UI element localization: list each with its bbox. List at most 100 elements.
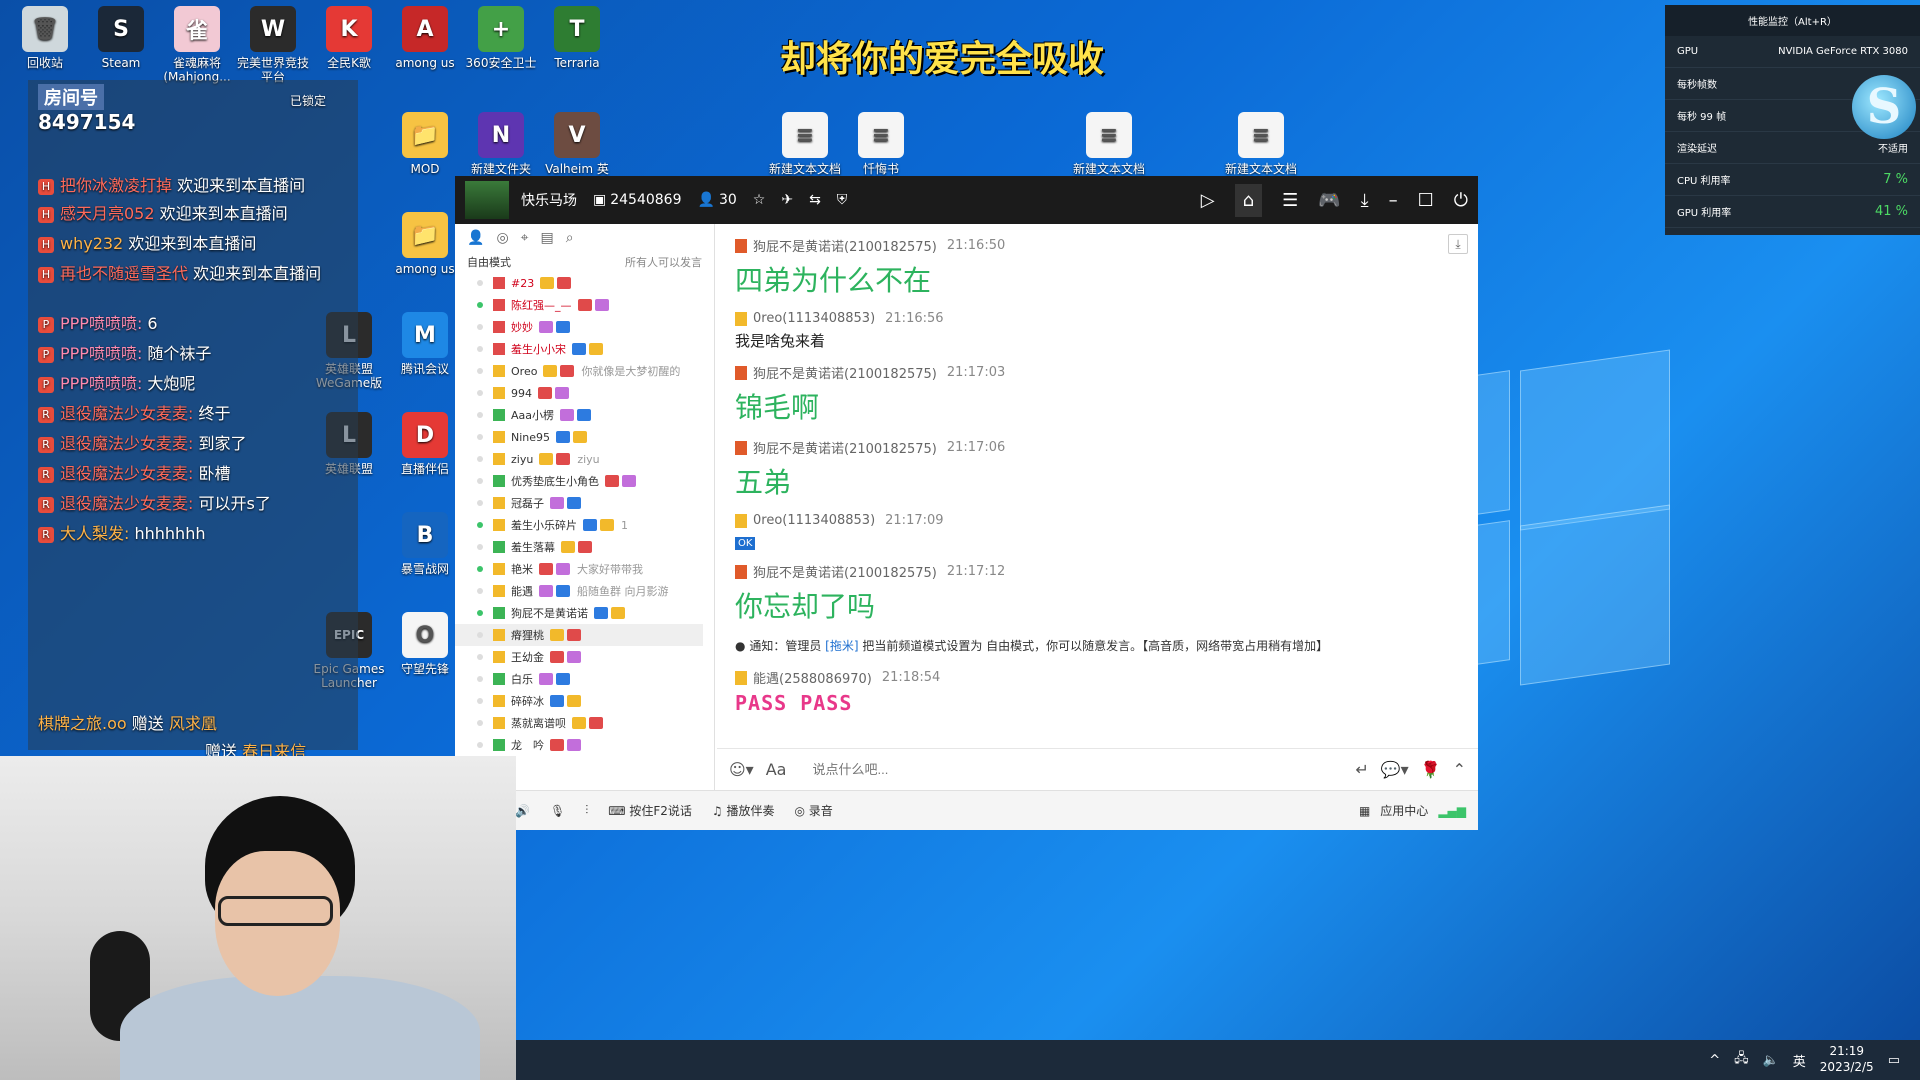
message-sender[interactable]: 狗屁不是黄诺诺(2100182575) <box>753 363 937 382</box>
mic-icon[interactable]: 🎙 <box>550 804 565 818</box>
power-icon[interactable]: ⏻ <box>1454 190 1468 211</box>
ime-indicator[interactable]: 英 <box>1793 1051 1806 1070</box>
message-input[interactable] <box>812 762 1344 777</box>
message-sender[interactable]: 狗屁不是黄诺诺(2100182575) <box>753 562 937 581</box>
minimize-icon[interactable]: – <box>1389 190 1398 211</box>
notice-admin[interactable]: [拖米] <box>825 639 858 653</box>
desktop-icon[interactable]: 📁 among us <box>385 212 465 276</box>
accompany-button[interactable]: ♫ 播放伴奏 <box>712 802 775 819</box>
member-list-item[interactable]: 陈红强—_— <box>455 294 714 316</box>
emoji-picker-icon[interactable]: ☺▾ <box>729 760 754 779</box>
home-icon[interactable]: ⌂ <box>1234 183 1263 217</box>
desktop-icon[interactable]: 雀雀魂麻将(Mahjong... <box>157 6 237 85</box>
desktop-icon[interactable]: T Terraria <box>537 6 617 70</box>
location-icon[interactable]: ⌖ <box>521 230 529 246</box>
tray-chevron-icon[interactable]: ^ <box>1709 1053 1720 1068</box>
download-icon[interactable]: ⤓ <box>1361 190 1369 211</box>
member-list-item[interactable]: Aaa小楞 <box>455 404 714 426</box>
message-sender[interactable]: 狗屁不是黄诺诺(2100182575) <box>753 236 937 255</box>
desktop-icon[interactable]: ≡ 新建文本文档 <box>1069 112 1149 176</box>
member-list-item[interactable]: Nine95 <box>455 426 714 448</box>
desktop-icon[interactable]: ≡ 忏悔书 <box>841 112 921 176</box>
share-icon[interactable]: ⇆ <box>809 192 821 208</box>
desktop-icon[interactable]: O 守望先锋 <box>385 612 465 676</box>
member-list-item[interactable]: 狗屁不是黄诺诺 <box>455 602 714 624</box>
member-list-item[interactable]: 蒸就离谱呗 <box>455 712 714 734</box>
channel-avatar[interactable] <box>465 181 509 219</box>
member-role-icon <box>493 585 505 597</box>
member-list-item[interactable]: 妙妙 <box>455 316 714 338</box>
desktop-icon[interactable]: ≡ 新建文本文档 <box>1221 112 1301 176</box>
list-icon[interactable]: ☰ <box>1282 190 1298 211</box>
app-icon: S <box>98 6 144 52</box>
search-icon[interactable]: ⌕ <box>566 230 574 246</box>
member-list-item[interactable]: 羞生小小宋 <box>455 338 714 360</box>
desktop-icon[interactable]: W 完美世界竞技平台 <box>233 6 313 85</box>
shield-icon[interactable]: ⛨ <box>837 192 848 208</box>
maximize-icon[interactable]: ☐ <box>1418 190 1434 211</box>
bubble-icon[interactable]: 💬▾ <box>1381 760 1409 779</box>
flower-icon[interactable]: 🌹 <box>1421 760 1441 779</box>
message-sender[interactable]: 狗屁不是黄诺诺(2100182575) <box>753 438 937 457</box>
record-button[interactable]: ◎ 录音 <box>794 802 832 819</box>
overlay-text: 6 <box>142 314 158 333</box>
font-icon[interactable]: Aa <box>766 760 787 779</box>
taskbar-clock[interactable]: 21:19 2023/2/5 <box>1820 1044 1874 1075</box>
user-icon: 👤 <box>697 192 715 208</box>
member-list-item[interactable]: 龙 吟 <box>455 734 714 756</box>
flight-icon[interactable]: ✈ <box>781 192 793 208</box>
member-list-item[interactable]: 羞生小乐碎片 1 <box>455 514 714 536</box>
app-center-button[interactable]: 应用中心 <box>1380 802 1428 819</box>
overlay-text: 大炮呢 <box>142 374 196 393</box>
volume-icon[interactable]: 🔈 <box>1763 1053 1779 1068</box>
message-sender[interactable]: 0reo(1113408853) <box>753 311 875 326</box>
desktop-icon[interactable]: +360安全卫士 <box>461 6 541 70</box>
member-list-item[interactable]: 能遇 船随鱼群 向月影游 <box>455 580 714 602</box>
favorite-icon[interactable]: ☆ <box>753 192 766 208</box>
network-icon[interactable]: 🖧 <box>1734 1049 1749 1071</box>
note-icon[interactable]: ▤ <box>541 230 554 246</box>
speaker-icon[interactable]: 🔊 <box>515 804 530 818</box>
desktop-icon-label: MOD <box>410 162 440 176</box>
member-list-item[interactable]: 羞生落幕 <box>455 536 714 558</box>
desktop-icon[interactable]: N 新建文件夹 <box>461 112 541 176</box>
voice-icon[interactable]: ◎ <box>496 230 508 246</box>
video-icon[interactable]: ▷ <box>1201 190 1215 211</box>
member-role-icon <box>493 629 505 641</box>
member-list-item[interactable]: 冠磊子 <box>455 492 714 514</box>
desktop-icon[interactable]: B 暴雪战网 <box>385 512 465 576</box>
desktop-icon[interactable]: ≡ 新建文本文档 <box>765 112 845 176</box>
desktop-icon[interactable]: M 腾讯会议 <box>385 312 465 376</box>
member-list-item[interactable]: 艳米 大家好带带我 <box>455 558 714 580</box>
member-list-item[interactable]: 碎碎冰 <box>455 690 714 712</box>
grid-icon[interactable]: ▦ <box>1359 804 1370 818</box>
overlay-message: R 退役魔法少女麦麦: 终于 <box>38 400 231 424</box>
member-list-item[interactable]: ziyu ziyu <box>455 448 714 470</box>
member-list-item[interactable]: 瘠狸桃 <box>455 624 703 646</box>
mic-status-icon <box>477 742 483 748</box>
member-list-item[interactable]: #23 <box>455 272 714 294</box>
member-list-item[interactable]: 王幼金 <box>455 646 714 668</box>
member-list-item[interactable]: 994 <box>455 382 714 404</box>
push-to-talk-button[interactable]: ⌨ 按住F2说话 <box>608 802 692 819</box>
member-list-item[interactable]: 优秀垫底生小角色 <box>455 470 714 492</box>
desktop-icon[interactable]: D 直播伴侣 <box>385 412 465 476</box>
chevron-up-icon[interactable]: ⌃ <box>1453 760 1466 779</box>
gamepad-icon[interactable]: 🎮 <box>1318 190 1340 211</box>
enter-icon[interactable]: ↵ <box>1355 760 1368 779</box>
member-list-item[interactable]: 白乐 <box>455 668 714 690</box>
desktop-icon[interactable]: S Steam <box>81 6 161 70</box>
perf-key: 每秒 99 帧 <box>1677 112 1727 123</box>
member-badge-icon <box>560 409 575 421</box>
member-list-item[interactable]: Oreo 你就像是大梦初醒的 <box>455 360 714 382</box>
notification-icon[interactable]: ▭ <box>1888 1053 1900 1068</box>
desktop-icon[interactable]: 📁 MOD <box>385 112 465 176</box>
desktop-icon[interactable]: Aamong us <box>385 6 465 70</box>
person-icon[interactable]: 👤 <box>467 230 484 246</box>
desktop-icon[interactable]: K 全民K歌 <box>309 6 389 70</box>
scroll-down-button[interactable]: ⤓ <box>1448 234 1468 254</box>
desktop-icon[interactable]: 🗑 回收站 <box>5 6 85 70</box>
desktop-icon[interactable]: V Valheim 英 <box>537 112 617 176</box>
message-sender[interactable]: 0reo(1113408853) <box>753 513 875 528</box>
mixer-icon[interactable]: ⫶ <box>585 803 588 818</box>
